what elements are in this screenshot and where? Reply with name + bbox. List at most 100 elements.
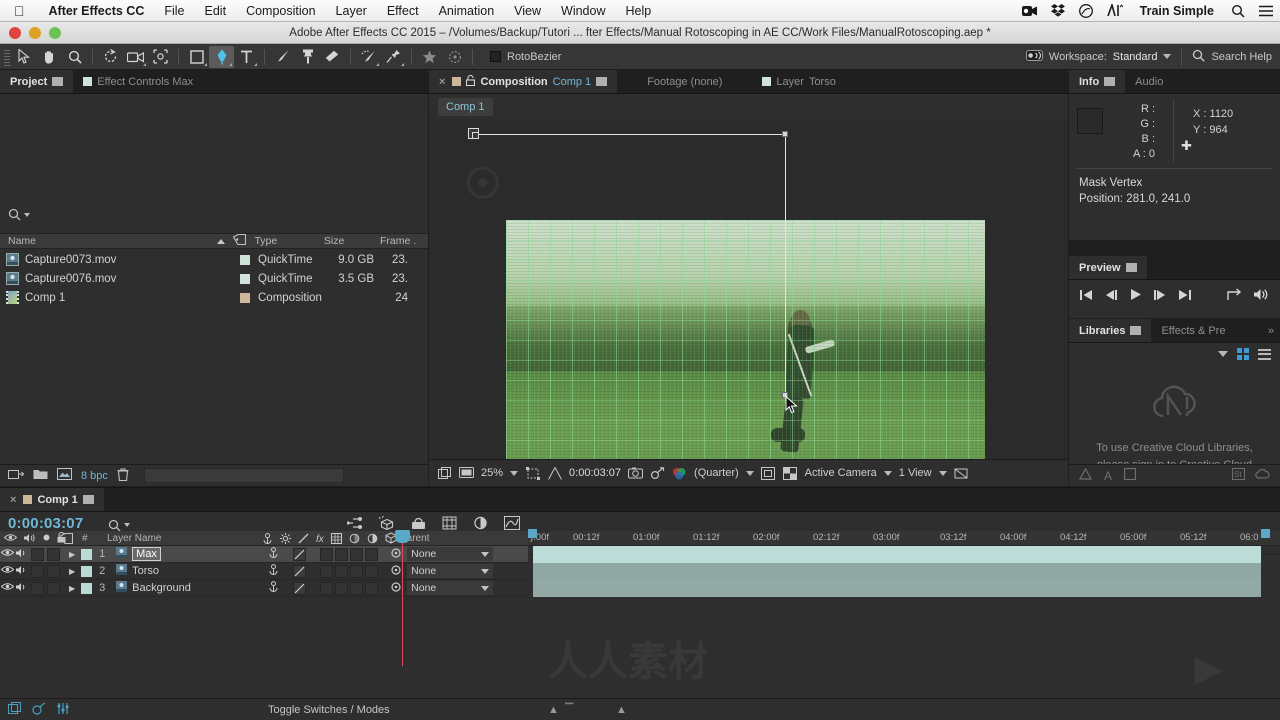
show-snapshot-icon[interactable] [650, 466, 665, 480]
anchor-icon[interactable] [268, 581, 279, 595]
zoom-dropdown-arrow[interactable] [510, 470, 519, 476]
motion-blur-toggle[interactable] [350, 581, 364, 595]
lock-toggle[interactable] [47, 581, 60, 595]
project-footer-field[interactable] [143, 468, 344, 483]
project-item-name[interactable]: Capture0076.mov [0, 272, 240, 285]
audio-icon[interactable] [14, 565, 28, 578]
preview-panel-menu-icon[interactable] [1125, 263, 1137, 272]
screen-record-icon[interactable] [1015, 5, 1044, 17]
parent-pickwhip-icon[interactable] [390, 564, 402, 579]
close-icon[interactable]: × [439, 76, 447, 88]
dropbox-icon[interactable] [1044, 4, 1072, 17]
project-search[interactable] [8, 208, 30, 221]
star-icon[interactable] [417, 46, 442, 68]
menu-composition[interactable]: Composition [236, 4, 325, 18]
quality-toggle[interactable] [293, 581, 307, 595]
table-row[interactable]: Capture0076.mov QuickTime 3.5 GB 23. [0, 269, 428, 288]
cloud-icon[interactable] [1255, 468, 1270, 483]
table-row[interactable]: ▶ 1 Max None [0, 546, 528, 563]
composition-viewer[interactable]: ☉ [429, 119, 1068, 459]
table-row[interactable]: ▶ 2 Torso None [0, 563, 528, 580]
panel-grip[interactable] [2, 47, 12, 66]
parent-pickwhip-icon[interactable] [390, 581, 402, 596]
bit-depth-label[interactable]: 8 bpc [81, 470, 108, 482]
quality-toggle[interactable] [293, 564, 307, 578]
tool-flyout-arrow[interactable] [143, 62, 146, 66]
tab-composition[interactable]: × Composition Comp 1 [429, 70, 618, 93]
chevron-down-icon[interactable] [481, 551, 490, 557]
ae-app-icon[interactable] [1100, 4, 1130, 17]
audio-icon[interactable] [14, 582, 28, 595]
new-folder-icon[interactable] [33, 468, 48, 483]
grid-view-icon[interactable] [1237, 348, 1249, 360]
previous-frame-icon[interactable] [1104, 289, 1118, 304]
layer-switches-icon[interactable] [32, 701, 46, 718]
tab-effect-controls[interactable]: Effect Controls Max [73, 70, 203, 93]
sync-icon[interactable] [1078, 467, 1093, 483]
scroll-down-icon[interactable]: ▲ [616, 704, 627, 716]
parent-dropdown[interactable]: None [407, 581, 494, 595]
apple-logo-icon[interactable]:  [14, 4, 25, 18]
label-column-icon[interactable] [59, 532, 74, 547]
lock-toggle[interactable] [47, 564, 60, 578]
eraser-tool[interactable] [320, 46, 345, 68]
adjustment-layer-icon[interactable] [367, 533, 378, 547]
solo-toggle[interactable] [31, 547, 44, 561]
parent-dropdown[interactable]: None [407, 547, 494, 561]
frame-blend-toggle[interactable] [335, 547, 349, 561]
column-type[interactable]: Type [246, 235, 315, 247]
take-snapshot-icon[interactable] [628, 466, 644, 480]
first-frame-icon[interactable] [1079, 289, 1093, 304]
search-help-label[interactable]: Search Help [1211, 51, 1272, 63]
playhead[interactable] [395, 530, 410, 666]
layer-bar-max[interactable] [533, 546, 1261, 563]
motion-blur-toggle[interactable] [350, 547, 364, 561]
resolution-value[interactable]: (Quarter) [694, 467, 739, 479]
layer-bar-torso[interactable] [533, 563, 1261, 580]
tab-preview[interactable]: Preview [1069, 256, 1147, 279]
label-swatch[interactable] [81, 565, 93, 577]
type-tool[interactable] [234, 46, 259, 68]
eye-icon[interactable] [0, 565, 14, 577]
label-swatch[interactable] [240, 292, 250, 303]
delete-icon[interactable] [117, 467, 129, 484]
search-dropdown-arrow[interactable] [124, 523, 130, 527]
resolution-dropdown-arrow[interactable] [745, 470, 754, 476]
label-swatch[interactable] [81, 548, 93, 560]
search-icon[interactable] [1224, 4, 1252, 18]
project-item-name[interactable]: Capture0073.mov [0, 253, 240, 266]
solo-icon[interactable] [42, 533, 51, 545]
chevron-down-icon[interactable] [481, 568, 490, 574]
tab-effects-presets[interactable]: Effects & Pre [1151, 319, 1235, 342]
pan-behind-tool[interactable] [148, 46, 173, 68]
layer-bar-background[interactable] [533, 580, 1261, 597]
region-of-interest-icon[interactable] [525, 466, 540, 480]
parent-dropdown[interactable]: None [407, 564, 494, 578]
mute-audio-icon[interactable] [1253, 288, 1268, 304]
tab-timeline-comp[interactable]: × Comp 1 [0, 488, 104, 511]
roto-flyout-arrow[interactable] [376, 62, 379, 66]
maximize-window-button[interactable] [49, 26, 61, 39]
interpret-footage-icon[interactable] [8, 468, 25, 484]
chevron-down-icon[interactable] [1218, 351, 1228, 357]
menu-file[interactable]: File [154, 4, 194, 18]
breadcrumb[interactable]: Comp 1 [438, 97, 493, 116]
parent-pickwhip-icon[interactable] [390, 547, 402, 562]
toggle-switches-modes-button[interactable]: Toggle Switches / Modes [268, 704, 390, 716]
anchor-icon[interactable] [268, 547, 279, 561]
frame-blend-toggle[interactable] [335, 564, 349, 578]
channel-color-icon[interactable] [672, 466, 687, 480]
menu-edit[interactable]: Edit [195, 4, 237, 18]
search-help-icon[interactable] [1192, 49, 1206, 65]
chevron-down-icon[interactable] [481, 585, 490, 591]
lock-toggle[interactable] [47, 547, 60, 561]
expand-triangle-icon[interactable]: ▶ [69, 584, 75, 593]
zoom-level[interactable]: 25% [481, 467, 503, 479]
quality-icon[interactable] [298, 533, 309, 547]
column-size[interactable]: Size [316, 235, 372, 247]
modes-icon[interactable] [56, 702, 70, 718]
menu-after-effects-cc[interactable]: After Effects CC [39, 4, 155, 18]
menu-view[interactable]: View [504, 4, 551, 18]
expand-triangle-icon[interactable]: ▶ [69, 567, 75, 576]
tab-project[interactable]: Project [0, 70, 74, 93]
